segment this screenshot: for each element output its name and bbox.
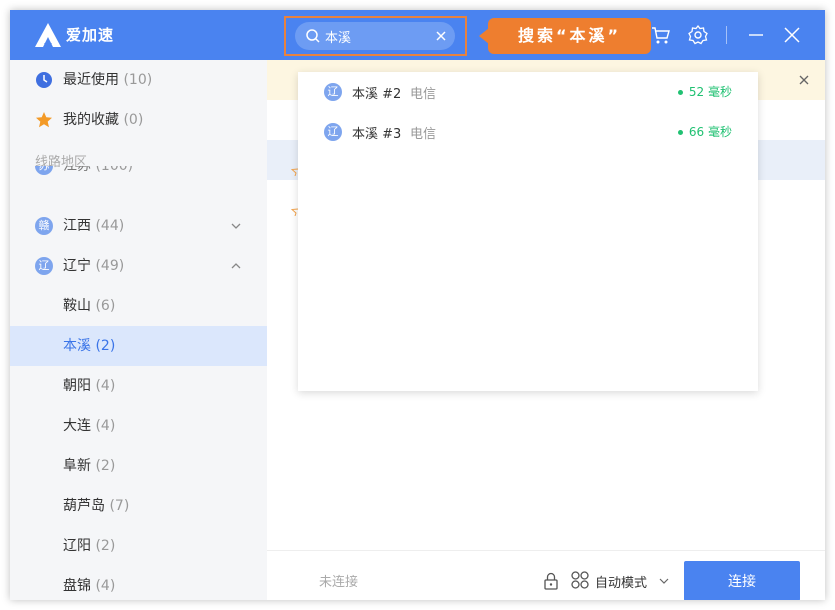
province-label: 江西 [63, 218, 91, 234]
chevron-down-icon[interactable] [659, 576, 669, 586]
city-label: 阜新 [63, 458, 91, 474]
result-isp: 电信 [410, 127, 437, 142]
partial-count: (100) [95, 166, 134, 174]
city-label: 大连 [63, 418, 91, 434]
minimize-icon[interactable] [745, 24, 767, 46]
search-callout: 搜索“本溪” [479, 18, 651, 54]
city-count: (2) [95, 538, 116, 554]
connect-button[interactable]: 连接 [684, 561, 800, 600]
province-badge-icon: 赣 [35, 217, 53, 235]
city-count: (2) [95, 458, 116, 474]
sidebar-item-jiangxi[interactable]: 赣 江西 (44) [10, 206, 267, 246]
search-result-item[interactable]: 辽 本溪 #2 电信 52 毫秒 [298, 72, 758, 112]
ping-value: 66 毫秒 [688, 125, 732, 139]
ping-value: 52 毫秒 [688, 85, 732, 99]
favorites-count: (0) [123, 112, 144, 128]
sidebar-item-favorites[interactable]: 我的收藏 (0) [10, 100, 267, 140]
clock-icon [36, 72, 52, 88]
city-label: 朝阳 [63, 378, 91, 394]
province-badge-icon: 苏 [35, 166, 53, 175]
search-result-item[interactable]: 辽 本溪 #3 电信 66 毫秒 [298, 112, 758, 152]
app-logo-icon [35, 23, 61, 47]
sidebar: 最近使用 (10) 我的收藏 (0) 线路地区 苏 江苏 (100) 赣 江西 … [10, 60, 267, 600]
partial-label: 江苏 [63, 166, 91, 174]
city-count: (6) [95, 298, 116, 314]
ping-dot-icon [677, 130, 683, 135]
cart-icon[interactable] [650, 24, 672, 46]
city-label: 鞍山 [63, 298, 91, 314]
close-notice-icon[interactable] [797, 73, 811, 87]
city-count: (4) [95, 578, 116, 594]
province-badge-icon: 辽 [324, 123, 342, 141]
city-label: 盘锦 [63, 578, 91, 594]
sidebar-city-item[interactable]: 鞍山 (6) [10, 286, 267, 326]
sidebar-city-item-selected[interactable]: 本溪 (2) [10, 326, 267, 366]
result-ping: 66 毫秒 [677, 123, 732, 140]
star-icon [36, 112, 52, 128]
mode-grid-icon [571, 571, 589, 589]
province-label: 辽宁 [63, 258, 91, 274]
result-ping: 52 毫秒 [677, 83, 732, 100]
chevron-up-icon[interactable] [230, 260, 242, 272]
search-input[interactable] [325, 26, 430, 46]
sidebar-city-item[interactable]: 辽阳 (2) [10, 526, 267, 566]
province-badge-icon: 辽 [35, 257, 53, 275]
province-badge-icon: 辽 [324, 83, 342, 101]
recent-count: (10) [123, 72, 153, 88]
sidebar-city-item[interactable]: 盘锦 (4) [10, 566, 267, 600]
sidebar-item-partial[interactable]: 苏 江苏 (100) [10, 166, 267, 186]
gear-icon[interactable] [687, 24, 709, 46]
city-label: 辽阳 [63, 538, 91, 554]
search-box[interactable] [295, 22, 455, 50]
title-bar: 爱加速 搜索“本溪” [10, 10, 825, 60]
header-separator [726, 26, 727, 44]
city-count: (2) [95, 338, 116, 354]
city-label: 本溪 [63, 338, 91, 354]
sidebar-city-item[interactable]: 朝阳 (4) [10, 366, 267, 406]
mode-selector[interactable]: 自动模式 [595, 572, 647, 591]
app-window: 爱加速 搜索“本溪” [10, 10, 825, 600]
result-name: 本溪 #2 [352, 87, 402, 102]
callout-arrow [479, 28, 489, 44]
city-label: 葫芦岛 [63, 498, 105, 514]
lock-icon[interactable] [542, 572, 560, 590]
province-count: (49) [95, 258, 125, 274]
chevron-down-icon[interactable] [230, 220, 242, 232]
province-count: (44) [95, 218, 125, 234]
city-count: (7) [109, 498, 130, 514]
city-count: (4) [95, 418, 116, 434]
favorites-label: 我的收藏 [63, 112, 119, 128]
connection-status: 未连接 [319, 575, 359, 590]
recent-label: 最近使用 [63, 72, 119, 88]
sidebar-item-recent[interactable]: 最近使用 (10) [10, 60, 267, 100]
sidebar-city-item[interactable]: 葫芦岛 (7) [10, 486, 267, 526]
search-icon [306, 29, 320, 43]
app-title: 爱加速 [66, 26, 115, 44]
search-results-dropdown: 辽 本溪 #2 电信 52 毫秒 辽 本溪 #3 电信 66 毫秒 [298, 72, 758, 391]
clear-search-icon[interactable] [433, 28, 449, 44]
callout-text: 搜索“本溪” [517, 26, 622, 45]
ping-dot-icon [677, 90, 683, 95]
city-count: (4) [95, 378, 116, 394]
result-name: 本溪 #3 [352, 127, 402, 142]
sidebar-city-item[interactable]: 阜新 (2) [10, 446, 267, 486]
sidebar-item-liaoning[interactable]: 辽 辽宁 (49) [10, 246, 267, 286]
close-icon[interactable] [781, 24, 803, 46]
result-isp: 电信 [410, 87, 437, 102]
sidebar-city-item[interactable]: 大连 (4) [10, 406, 267, 446]
footer-bar: 未连接 自动模式 连接 [267, 550, 825, 600]
